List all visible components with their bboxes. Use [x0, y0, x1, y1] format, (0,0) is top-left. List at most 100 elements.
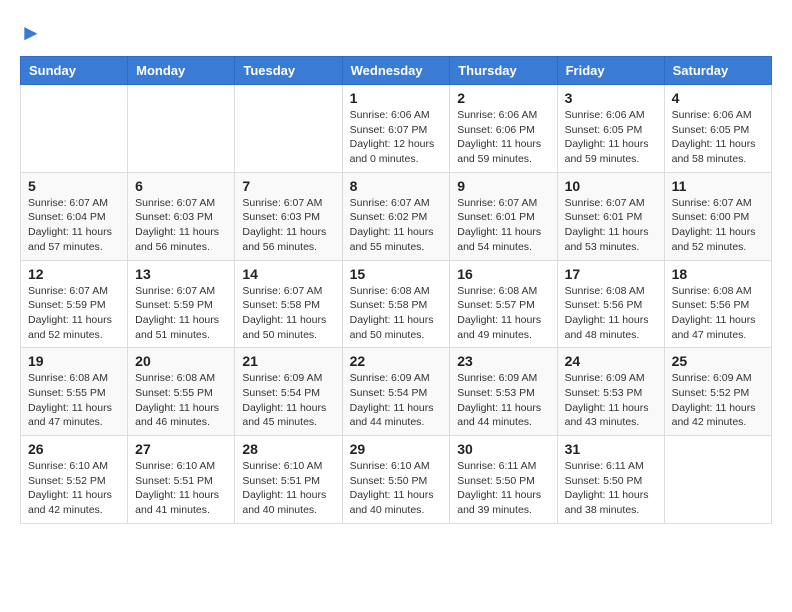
calendar-cell: 13 Sunrise: 6:07 AM Sunset: 5:59 PM Dayli… — [128, 260, 235, 348]
calendar-cell: 22 Sunrise: 6:09 AM Sunset: 5:54 PM Dayli… — [342, 348, 450, 436]
calendar-cell: 14Sunrise: 6:07 AM Sunset: 5:58 PM Dayli… — [235, 260, 342, 348]
day-info: Sunrise: 6:06 AM Sunset: 6:05 PM Dayligh… — [672, 108, 764, 167]
day-info: Sunrise: 6:08 AM Sunset: 5:55 PM Dayligh… — [135, 371, 227, 430]
day-info: Sunrise: 6:07 AM Sunset: 6:03 PM Dayligh… — [242, 196, 334, 255]
calendar-header-row: SundayMondayTuesdayWednesdayThursdayFrid… — [21, 57, 772, 85]
day-number: 2 — [457, 90, 549, 106]
day-info: Sunrise: 6:07 AM Sunset: 5:59 PM Dayligh… — [135, 284, 227, 343]
calendar-cell — [21, 85, 128, 173]
day-info: Sunrise: 6:08 AM Sunset: 5:57 PM Dayligh… — [457, 284, 549, 343]
calendar-cell: 24 Sunrise: 6:09 AM Sunset: 5:53 PM Dayli… — [557, 348, 664, 436]
calendar-cell: 17 Sunrise: 6:08 AM Sunset: 5:56 PM Dayli… — [557, 260, 664, 348]
day-info: Sunrise: 6:07 AM Sunset: 6:02 PM Dayligh… — [350, 196, 443, 255]
weekday-header: Thursday — [450, 57, 557, 85]
calendar-week-row: 12 Sunrise: 6:07 AM Sunset: 5:59 PM Dayli… — [21, 260, 772, 348]
day-number: 31 — [565, 441, 657, 457]
day-info: Sunrise: 6:11 AM Sunset: 5:50 PM Dayligh… — [457, 459, 549, 518]
calendar-cell: 25Sunrise: 6:09 AM Sunset: 5:52 PM Dayli… — [664, 348, 771, 436]
calendar-cell: 27 Sunrise: 6:10 AM Sunset: 5:51 PM Dayli… — [128, 436, 235, 524]
day-info: Sunrise: 6:10 AM Sunset: 5:50 PM Dayligh… — [350, 459, 443, 518]
day-number: 18 — [672, 266, 764, 282]
day-info: Sunrise: 6:07 AM Sunset: 6:00 PM Dayligh… — [672, 196, 764, 255]
weekday-header: Saturday — [664, 57, 771, 85]
calendar-cell: 26 Sunrise: 6:10 AM Sunset: 5:52 PM Dayli… — [21, 436, 128, 524]
day-number: 6 — [135, 178, 227, 194]
calendar-cell: 23Sunrise: 6:09 AM Sunset: 5:53 PM Dayli… — [450, 348, 557, 436]
calendar-cell: 6 Sunrise: 6:07 AM Sunset: 6:03 PM Daylig… — [128, 172, 235, 260]
day-number: 19 — [28, 353, 120, 369]
calendar-cell: 29 Sunrise: 6:10 AM Sunset: 5:50 PM Dayli… — [342, 436, 450, 524]
calendar-cell: 20Sunrise: 6:08 AM Sunset: 5:55 PM Dayli… — [128, 348, 235, 436]
weekday-header: Sunday — [21, 57, 128, 85]
calendar-cell: 1Sunrise: 6:06 AM Sunset: 6:07 PM Daylig… — [342, 85, 450, 173]
day-info: Sunrise: 6:07 AM Sunset: 6:01 PM Dayligh… — [565, 196, 657, 255]
day-info: Sunrise: 6:10 AM Sunset: 5:52 PM Dayligh… — [28, 459, 120, 518]
header: ► — [20, 20, 772, 46]
day-info: Sunrise: 6:10 AM Sunset: 5:51 PM Dayligh… — [135, 459, 227, 518]
day-number: 29 — [350, 441, 443, 457]
day-number: 7 — [242, 178, 334, 194]
day-number: 8 — [350, 178, 443, 194]
calendar-cell: 3 Sunrise: 6:06 AM Sunset: 6:05 PM Daylig… — [557, 85, 664, 173]
weekday-header: Monday — [128, 57, 235, 85]
day-info: Sunrise: 6:07 AM Sunset: 6:03 PM Dayligh… — [135, 196, 227, 255]
day-number: 12 — [28, 266, 120, 282]
day-number: 28 — [242, 441, 334, 457]
day-number: 21 — [242, 353, 334, 369]
calendar-cell: 30 Sunrise: 6:11 AM Sunset: 5:50 PM Dayli… — [450, 436, 557, 524]
day-number: 3 — [565, 90, 657, 106]
calendar-cell: 9 Sunrise: 6:07 AM Sunset: 6:01 PM Daylig… — [450, 172, 557, 260]
day-info: Sunrise: 6:11 AM Sunset: 5:50 PM Dayligh… — [565, 459, 657, 518]
calendar-week-row: 26 Sunrise: 6:10 AM Sunset: 5:52 PM Dayli… — [21, 436, 772, 524]
day-info: Sunrise: 6:08 AM Sunset: 5:56 PM Dayligh… — [672, 284, 764, 343]
day-number: 26 — [28, 441, 120, 457]
day-number: 13 — [135, 266, 227, 282]
day-info: Sunrise: 6:07 AM Sunset: 6:01 PM Dayligh… — [457, 196, 549, 255]
day-number: 16 — [457, 266, 549, 282]
calendar-cell — [128, 85, 235, 173]
logo: ► — [20, 20, 42, 46]
day-number: 1 — [350, 90, 443, 106]
day-info: Sunrise: 6:06 AM Sunset: 6:05 PM Dayligh… — [565, 108, 657, 167]
day-info: Sunrise: 6:08 AM Sunset: 5:55 PM Dayligh… — [28, 371, 120, 430]
calendar-cell: 21 Sunrise: 6:09 AM Sunset: 5:54 PM Dayli… — [235, 348, 342, 436]
day-info: Sunrise: 6:07 AM Sunset: 6:04 PM Dayligh… — [28, 196, 120, 255]
day-info: Sunrise: 6:09 AM Sunset: 5:54 PM Dayligh… — [242, 371, 334, 430]
logo-bird-icon: ► — [20, 20, 42, 45]
day-info: Sunrise: 6:10 AM Sunset: 5:51 PM Dayligh… — [242, 459, 334, 518]
calendar-cell: 10 Sunrise: 6:07 AM Sunset: 6:01 PM Dayli… — [557, 172, 664, 260]
calendar-cell: 18 Sunrise: 6:08 AM Sunset: 5:56 PM Dayli… — [664, 260, 771, 348]
day-number: 23 — [457, 353, 549, 369]
calendar-cell — [235, 85, 342, 173]
day-number: 22 — [350, 353, 443, 369]
calendar-cell: 4 Sunrise: 6:06 AM Sunset: 6:05 PM Daylig… — [664, 85, 771, 173]
day-number: 25 — [672, 353, 764, 369]
weekday-header: Tuesday — [235, 57, 342, 85]
day-info: Sunrise: 6:07 AM Sunset: 5:58 PM Dayligh… — [242, 284, 334, 343]
day-number: 15 — [350, 266, 443, 282]
day-info: Sunrise: 6:08 AM Sunset: 5:58 PM Dayligh… — [350, 284, 443, 343]
day-number: 24 — [565, 353, 657, 369]
calendar-cell: 19 Sunrise: 6:08 AM Sunset: 5:55 PM Dayli… — [21, 348, 128, 436]
day-info: Sunrise: 6:09 AM Sunset: 5:53 PM Dayligh… — [565, 371, 657, 430]
calendar-cell: 31 Sunrise: 6:11 AM Sunset: 5:50 PM Dayli… — [557, 436, 664, 524]
day-info: Sunrise: 6:08 AM Sunset: 5:56 PM Dayligh… — [565, 284, 657, 343]
day-number: 11 — [672, 178, 764, 194]
day-number: 27 — [135, 441, 227, 457]
day-number: 5 — [28, 178, 120, 194]
day-number: 10 — [565, 178, 657, 194]
calendar-table: SundayMondayTuesdayWednesdayThursdayFrid… — [20, 56, 772, 524]
day-info: Sunrise: 6:06 AM Sunset: 6:06 PM Dayligh… — [457, 108, 549, 167]
day-number: 9 — [457, 178, 549, 194]
day-number: 4 — [672, 90, 764, 106]
day-info: Sunrise: 6:09 AM Sunset: 5:54 PM Dayligh… — [350, 371, 443, 430]
calendar-cell: 11 Sunrise: 6:07 AM Sunset: 6:00 PM Dayli… — [664, 172, 771, 260]
calendar-cell: 8 Sunrise: 6:07 AM Sunset: 6:02 PM Daylig… — [342, 172, 450, 260]
calendar-cell: 2 Sunrise: 6:06 AM Sunset: 6:06 PM Daylig… — [450, 85, 557, 173]
calendar-cell — [664, 436, 771, 524]
calendar-cell: 16 Sunrise: 6:08 AM Sunset: 5:57 PM Dayli… — [450, 260, 557, 348]
day-number: 30 — [457, 441, 549, 457]
day-info: Sunrise: 6:07 AM Sunset: 5:59 PM Dayligh… — [28, 284, 120, 343]
weekday-header: Friday — [557, 57, 664, 85]
day-number: 17 — [565, 266, 657, 282]
